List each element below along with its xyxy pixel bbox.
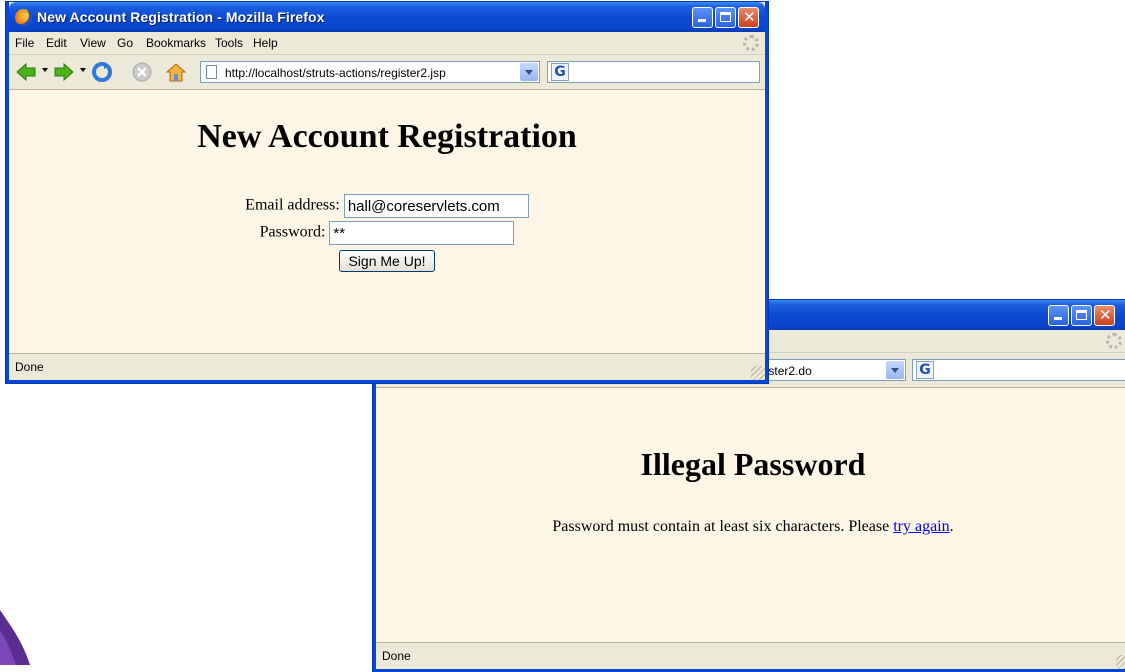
url-bar[interactable]: http://localhost/struts-actions/register… [200,61,540,83]
maximize-icon [720,12,731,22]
status-text: Done [15,360,44,374]
close-button[interactable]: ✕ [1094,305,1115,326]
back-arrow-icon[interactable] [15,61,37,83]
title-bar[interactable]: New Account Registration - Mozilla Firef… [9,2,765,32]
window-title: New Account Registration - Mozilla Firef… [37,9,325,25]
minimize-button[interactable] [1048,305,1069,326]
menu-help[interactable]: Help [253,36,278,50]
url-text: http://localhost/struts-actions/register… [225,66,446,80]
slide-accent-shape [0,610,30,665]
menu-edit[interactable]: Edit [46,36,67,50]
email-row: Email address: [9,194,765,218]
resize-grip[interactable] [751,366,765,380]
close-icon: ✕ [743,8,756,26]
email-field[interactable] [343,194,529,218]
submit-row: Sign Me Up! [9,250,765,272]
forward-history-dropdown[interactable] [80,68,86,72]
message-end: . [949,518,954,535]
url-history-dropdown[interactable] [886,361,904,379]
page-content: New Account Registration Email address: … [9,90,765,354]
page-icon [206,65,217,79]
sign-up-button[interactable]: Sign Me Up! [339,250,435,272]
menu-go[interactable]: Go [117,36,133,50]
minimize-button[interactable] [692,7,713,28]
search-box[interactable]: G [547,61,760,83]
google-search-icon[interactable]: G [551,63,569,81]
menu-tools[interactable]: Tools [215,36,243,50]
firefox-icon [15,9,32,26]
registration-browser-window: New Account Registration - Mozilla Firef… [6,2,768,383]
email-label: Email address: [245,196,340,214]
error-message: Password must contain at least six chara… [376,518,1125,536]
maximize-button[interactable] [1071,305,1092,326]
menu-file[interactable]: File [15,36,34,50]
search-box[interactable]: G [912,359,1125,381]
reload-icon[interactable] [91,61,113,83]
minimize-icon [698,19,706,22]
status-text: Done [382,649,411,663]
close-button[interactable]: ✕ [738,7,759,28]
password-label: Password: [259,223,326,241]
throbber-icon [743,35,759,51]
resize-grip[interactable] [1116,655,1125,669]
menu-bar: File Edit View Go Bookmarks Tools Help [9,32,765,55]
navigation-toolbar: http://localhost/struts-actions/register… [9,55,765,90]
stop-icon[interactable] [131,61,153,83]
forward-arrow-icon[interactable] [53,61,75,83]
password-row: Password: [9,221,765,245]
minimize-icon [1054,317,1062,320]
password-field[interactable] [329,221,515,245]
page-content: Illegal Password Password must contain a… [376,388,1125,643]
throbber-icon [1106,333,1122,349]
maximize-icon [1076,310,1087,320]
google-search-icon[interactable]: G [916,361,934,379]
close-icon: ✕ [1099,306,1112,324]
page-heading: Illegal Password [640,446,866,482]
page-heading: New Account Registration [197,118,577,155]
url-history-dropdown[interactable] [520,63,538,81]
message-text: Password must contain at least six chara… [552,518,890,535]
status-bar: Done [9,353,765,380]
home-icon[interactable] [165,61,187,83]
menu-bookmarks[interactable]: Bookmarks [146,36,206,50]
back-history-dropdown[interactable] [42,68,48,72]
maximize-button[interactable] [715,7,736,28]
menu-view[interactable]: View [80,36,106,50]
try-again-link[interactable]: try again [893,518,949,535]
